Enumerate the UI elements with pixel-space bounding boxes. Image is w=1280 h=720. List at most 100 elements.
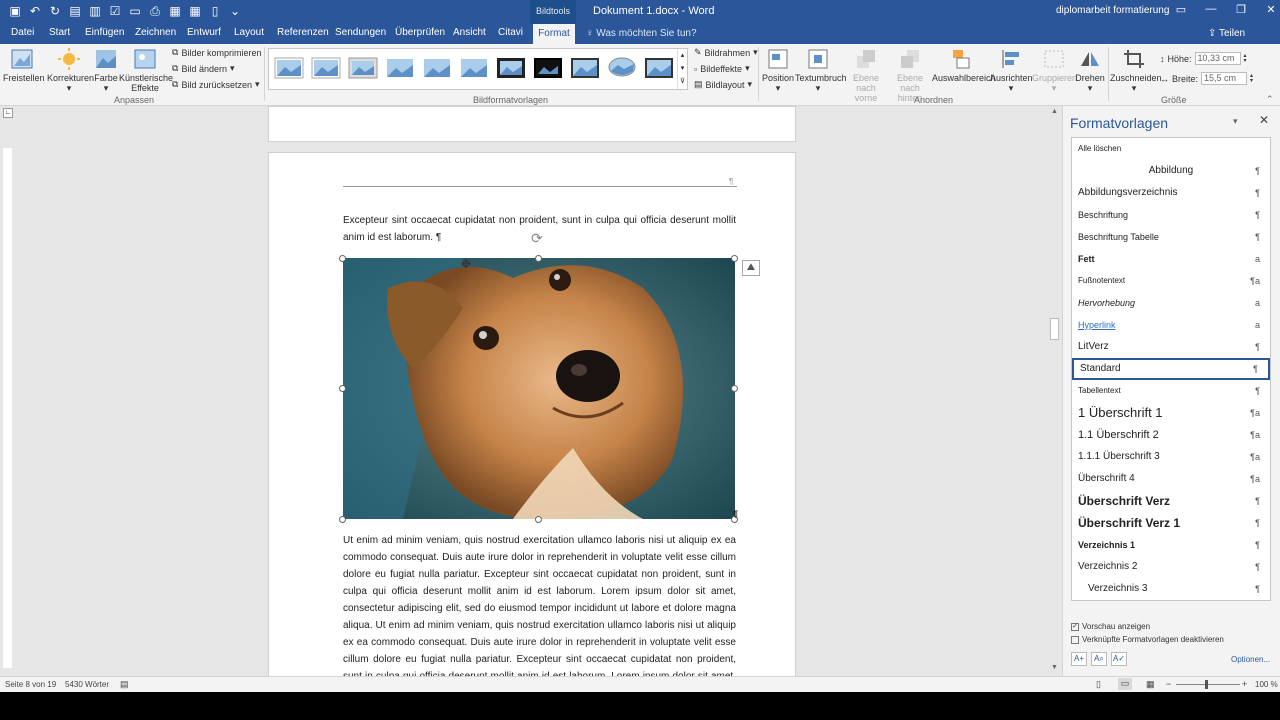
table-icon[interactable]: ▦ [188,3,202,19]
bildrahmen-button[interactable]: ✎ Bildrahmen ▾ [694,47,758,58]
vorschau-checkbox[interactable]: ✓ Vorschau anzeigen [1071,622,1150,631]
resize-handle-w[interactable] [339,385,346,392]
tab-ueberpruefen[interactable]: Überprüfen [395,27,445,38]
kuenstlerische-effekte-button[interactable]: Künstlerische Effekte [119,48,173,93]
hoehe-input[interactable]: 10,33 cm [1194,52,1241,65]
style-item[interactable]: Fußnotentext ¶a [1072,270,1270,292]
style-thumb-11[interactable] [644,55,674,81]
style-item[interactable]: Verzeichnis 3 ¶ [1072,578,1270,600]
minimize-icon[interactable]: — [1196,3,1226,16]
print-icon[interactable]: ⎙ [148,3,162,19]
zoom-slider-thumb[interactable] [1205,680,1208,689]
style-item[interactable]: Überschrift Verz 1 ¶ [1072,512,1270,534]
tab-format[interactable]: Format [533,24,575,44]
farbe-button[interactable]: Farbe ▾ [93,48,119,93]
pane-close-icon[interactable]: ✕ [1259,113,1269,127]
style-item[interactable]: LitVerz ¶ [1072,336,1270,358]
share-button[interactable]: ⇪ Teilen [1208,28,1245,39]
new-document-icon[interactable]: ▯ [208,3,222,19]
style-item[interactable]: Überschrift 4 ¶a [1072,468,1270,490]
zoom-slider[interactable] [1176,684,1240,685]
resize-handle-nw[interactable] [339,255,346,262]
customize-qat-icon[interactable]: ⌄ [228,3,242,19]
style-thumb-10[interactable] [607,55,637,81]
dog-photo[interactable] [343,258,735,519]
zoom-in-icon[interactable]: + [1242,679,1247,689]
scroll-up-icon[interactable]: ▲ [1051,108,1058,115]
page-count[interactable]: Seite 8 von 19 [5,680,56,689]
check-icon[interactable]: ☑ [108,3,122,19]
print-preview-icon[interactable]: ▥ [88,3,102,19]
bilder-komprimieren-button[interactable]: ⧉ Bilder komprimieren [172,47,261,58]
tab-entwurf[interactable]: Entwurf [187,27,221,38]
gruppieren-button[interactable]: Gruppieren ▾ [1032,48,1077,93]
style-thumb-3[interactable] [348,55,378,81]
window-icon[interactable]: ▦ [168,3,182,19]
style-thumb-8[interactable] [533,55,563,81]
style-item[interactable]: Fett a [1072,248,1270,270]
style-item[interactable]: Überschrift Verz ¶ [1072,490,1270,512]
drehen-button[interactable]: Drehen ▾ [1074,48,1106,93]
save-as-icon[interactable]: ▤ [68,3,82,19]
vertical-scrollbar[interactable]: ▲ ▼ [1048,106,1062,676]
pane-options-icon[interactable]: ▾ [1233,116,1238,127]
tab-datei[interactable]: Datei [11,27,34,38]
collapse-ribbon-icon[interactable]: ⌃ [1266,94,1274,105]
style-thumb-5[interactable] [422,55,452,81]
style-item[interactable]: Verzeichnis 1 ¶ [1072,534,1270,556]
style-item[interactable]: Abbildungsverzeichnis ¶ [1072,182,1270,204]
ribbon-display-icon[interactable]: ▭ [1166,3,1196,16]
word-count[interactable]: 5430 Wörter [65,680,109,689]
hoehe-spinner[interactable]: ▴ ▾ [1244,53,1247,64]
style-inspector-icon[interactable]: A⌕ [1091,652,1107,666]
rotation-handle-icon[interactable]: ⟳ [531,230,543,247]
open-icon[interactable]: ▭ [128,3,142,19]
breite-spinner[interactable]: ▴ ▾ [1250,73,1253,84]
layout-options-icon[interactable]: ⛰ [742,260,760,276]
zoom-out-icon[interactable]: − [1166,679,1171,689]
style-thumb-2[interactable] [311,55,341,81]
resize-handle-e[interactable] [731,385,738,392]
restore-icon[interactable]: ❐ [1226,3,1256,16]
style-thumb-1[interactable] [274,55,304,81]
vertical-ruler[interactable] [3,148,12,668]
style-item[interactable]: 1 Überschrift 1 ¶a [1072,402,1270,424]
style-item[interactable]: Hervorhebung a [1072,292,1270,314]
resize-handle-sw[interactable] [339,516,346,523]
picture-styles-gallery[interactable]: ▴ ▾ ⊽ [268,48,688,90]
style-item[interactable]: Hyperlink a [1072,314,1270,336]
scroll-down-icon[interactable]: ▼ [1051,664,1058,671]
gallery-scroll[interactable]: ▴ ▾ ⊽ [677,49,687,89]
manage-styles-icon[interactable]: A✓ [1111,652,1127,666]
style-item[interactable]: Verzeichnis 2 ¶ [1072,556,1270,578]
optionen-link[interactable]: Optionen... [1231,655,1270,664]
redo-icon[interactable]: ↻ [48,3,62,19]
clear-all-button[interactable]: Alle löschen [1072,138,1270,160]
tab-citavi[interactable]: Citavi [498,27,523,38]
bild-aendern-button[interactable]: ⧉ Bild ändern ▾ [172,63,235,74]
scrollbar-thumb[interactable] [1050,318,1059,340]
style-item[interactable]: Abbildung ¶ [1072,160,1270,182]
tell-me-search[interactable]: ♀ Was möchten Sie tun? [586,28,697,39]
web-layout-icon[interactable]: ▦ [1146,679,1155,690]
ebene-nach-vorne-button[interactable]: Ebene nach vorne [843,48,889,103]
paragraph-2[interactable]: Ut enim ad minim veniam, quis nostrud ex… [343,532,736,676]
save-icon[interactable]: ▣ [8,3,22,19]
bild-zuruecksetzen-button[interactable]: ⧉ Bild zurücksetzen ▾ [172,79,260,90]
print-layout-icon[interactable]: ▭ [1118,678,1132,690]
style-item[interactable]: 1.1 Überschrift 2 ¶a [1072,424,1270,446]
read-mode-icon[interactable]: ▯ [1096,679,1101,690]
tab-ansicht[interactable]: Ansicht [453,27,486,38]
bildlayout-button[interactable]: ▤ Bildlayout ▾ [694,79,752,90]
style-item[interactable]: Beschriftung Tabelle ¶ [1072,226,1270,248]
freistellen-button[interactable]: Freistellen [3,48,45,83]
ausrichten-button[interactable]: Ausrichten ▾ [990,48,1033,93]
close-icon[interactable]: ✕ [1256,3,1280,16]
tab-layout[interactable]: Layout [234,27,264,38]
tab-start[interactable]: Start [49,27,70,38]
textumbruch-button[interactable]: Textumbruch ▾ [795,48,847,93]
resize-handle-s[interactable] [535,516,542,523]
position-button[interactable]: Position ▾ [762,48,794,93]
tab-zeichnen[interactable]: Zeichnen [135,27,176,38]
style-item[interactable]: Standard ¶ [1072,358,1270,380]
